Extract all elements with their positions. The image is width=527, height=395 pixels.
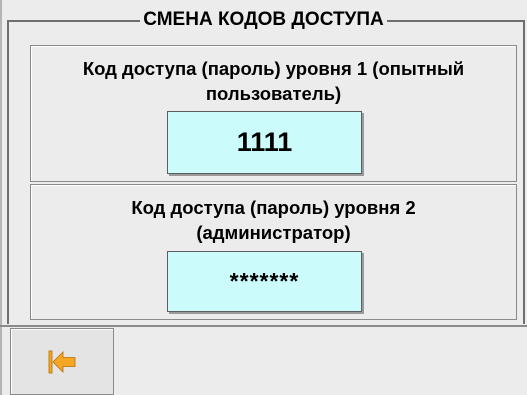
level2-panel: Код доступа (пароль) уровня 2 (администр… (30, 184, 517, 320)
level2-code-field[interactable]: ******* (167, 251, 362, 312)
group-title: СМЕНА КОДОВ ДОСТУПА (0, 8, 527, 32)
footer-divider (0, 325, 527, 327)
level2-label: Код доступа (пароль) уровня 2 (администр… (31, 195, 516, 245)
group-title-text: СМЕНА КОДОВ ДОСТУПА (140, 9, 387, 30)
back-arrow-icon (48, 350, 76, 373)
left-edge (0, 0, 2, 395)
screen: СМЕНА КОДОВ ДОСТУПА Код доступа (пароль)… (0, 0, 527, 395)
level1-code-field[interactable]: 1111 (167, 111, 362, 174)
level2-label-line2: (администратор) (196, 222, 351, 243)
level1-label-line2: пользователь) (205, 83, 342, 104)
level2-label-line1: Код доступа (пароль) уровня 2 (131, 197, 416, 218)
back-button[interactable] (10, 328, 114, 395)
level1-panel: Код доступа (пароль) уровня 1 (опытный п… (30, 45, 517, 182)
level1-label-line1: Код доступа (пароль) уровня 1 (опытный (82, 58, 465, 79)
level1-label: Код доступа (пароль) уровня 1 (опытный п… (31, 56, 516, 106)
